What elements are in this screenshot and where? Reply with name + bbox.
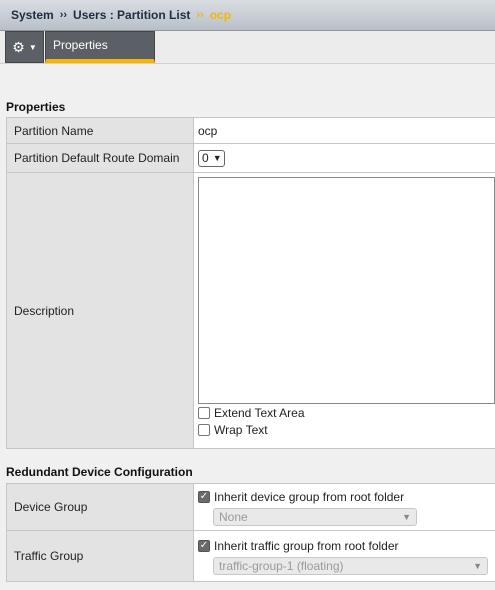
extend-text-area-option[interactable]: Extend Text Area: [198, 404, 495, 421]
inherit-traffic-group-label: Inherit traffic group from root folder: [214, 538, 399, 553]
properties-section-title: Properties: [6, 100, 66, 114]
traffic-group-selected-value: traffic-group-1 (floating): [219, 559, 344, 573]
breadcrumb-partition-list[interactable]: Users : Partition List: [73, 8, 190, 22]
breadcrumb-separator: ››: [59, 9, 68, 21]
inherit-device-group-option[interactable]: ✓ Inherit device group from root folder: [198, 488, 417, 505]
breadcrumb-separator: ››: [196, 9, 204, 21]
redundancy-table: Device Group ✓ Inherit device group from…: [6, 483, 495, 582]
device-group-label: Device Group: [6, 483, 194, 531]
device-group-select: None ▼: [213, 508, 417, 526]
chevron-down-icon: ▼: [28, 42, 37, 52]
route-domain-label: Partition Default Route Domain: [6, 143, 194, 173]
device-group-selected-value: None: [219, 510, 248, 524]
inherit-traffic-group-checkbox[interactable]: ✓: [198, 539, 210, 552]
traffic-group-select: traffic-group-1 (floating) ▼: [213, 557, 488, 575]
breadcrumb-system[interactable]: System: [11, 8, 54, 22]
route-domain-selected-value: 0: [202, 151, 209, 165]
inherit-traffic-group-option[interactable]: ✓ Inherit traffic group from root folder: [198, 537, 488, 554]
chevron-down-icon: ▼: [212, 153, 222, 163]
partition-name-label: Partition Name: [6, 117, 194, 144]
extend-text-area-label: Extend Text Area: [214, 405, 305, 420]
wrap-text-label: Wrap Text: [214, 422, 268, 437]
gear-icon: ⚙: [12, 39, 25, 55]
wrap-text-checkbox[interactable]: [198, 423, 210, 436]
breadcrumb: System ›› Users : Partition List ›› ocp: [0, 0, 495, 31]
properties-table: Partition Name ocp Partition Default Rou…: [6, 117, 495, 449]
chevron-down-icon: ▼: [473, 561, 482, 571]
redundancy-section-title: Redundant Device Configuration: [6, 465, 193, 479]
gear-menu-button[interactable]: ⚙ ▼: [5, 31, 44, 63]
breadcrumb-current: ocp: [209, 8, 232, 22]
inherit-device-group-checkbox[interactable]: ✓: [198, 490, 210, 503]
partition-name-value: ocp: [193, 117, 495, 144]
tab-bar: ⚙ ▼ Properties: [0, 31, 495, 64]
tab-properties[interactable]: Properties: [45, 31, 155, 63]
chevron-down-icon: ▼: [402, 512, 411, 522]
route-domain-select[interactable]: 0 ▼: [198, 149, 225, 167]
wrap-text-option[interactable]: Wrap Text: [198, 421, 495, 438]
extend-text-area-checkbox[interactable]: [198, 406, 210, 419]
inherit-device-group-label: Inherit device group from root folder: [214, 489, 405, 504]
description-label: Description: [6, 172, 194, 449]
traffic-group-label: Traffic Group: [6, 530, 194, 582]
description-textarea[interactable]: [198, 177, 495, 404]
